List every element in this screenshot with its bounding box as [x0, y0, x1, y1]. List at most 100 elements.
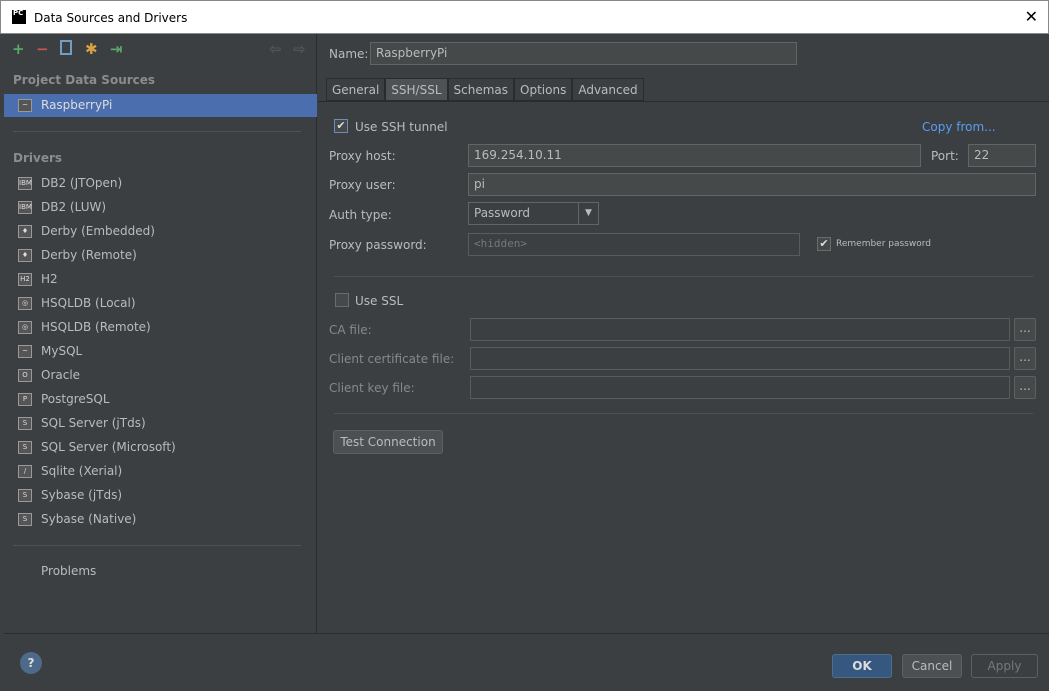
divider [13, 545, 301, 546]
item-label: DB2 (LUW) [41, 200, 107, 214]
driver-item[interactable]: O Oracle [4, 364, 317, 387]
divider [13, 131, 301, 132]
client-cert-browse-button[interactable]: ... [1014, 347, 1036, 370]
driver-item[interactable]: / Sqlite (Xerial) [4, 460, 317, 483]
tab-advanced[interactable]: Advanced [572, 78, 644, 101]
driver-item[interactable]: ~ MySQL [4, 340, 317, 363]
tab-schemas[interactable]: Schemas [447, 78, 515, 101]
item-label: RaspberryPi [41, 98, 113, 112]
proxy-password-input[interactable]: <hidden> [468, 233, 800, 256]
driver-item[interactable]: ♦ Derby (Embedded) [4, 220, 317, 243]
item-label: DB2 (JTOpen) [41, 176, 123, 190]
add-icon[interactable]: + [12, 40, 25, 58]
forward-icon[interactable]: ⇨ [293, 40, 306, 58]
driver-icon: S [18, 417, 32, 430]
driver-item[interactable]: S Sybase (jTds) [4, 484, 317, 507]
auth-type-value: Password [474, 206, 531, 220]
item-label: Derby (Embedded) [41, 224, 155, 238]
remove-icon[interactable]: − [36, 40, 49, 58]
name-label: Name: [329, 47, 369, 61]
copy-icon[interactable] [60, 40, 72, 55]
driver-item[interactable]: ♦ Derby (Remote) [4, 244, 317, 267]
item-label: Oracle [41, 368, 81, 382]
ca-file-input[interactable] [470, 318, 1010, 341]
item-label: HSQLDB (Remote) [41, 320, 151, 334]
divider [318, 101, 1049, 102]
client-key-browse-button[interactable]: ... [1014, 376, 1036, 399]
mysql-icon: ~ [18, 99, 32, 112]
ok-button[interactable]: OK [832, 654, 892, 678]
driver-item[interactable]: ◎ HSQLDB (Local) [4, 292, 317, 315]
app-logo: PC [12, 10, 26, 24]
port-label: Port: [931, 149, 959, 163]
item-label: Sybase (Native) [41, 512, 137, 526]
driver-icon: ◎ [18, 297, 32, 310]
title-bar: PC Data Sources and Drivers ✕ [0, 0, 1049, 34]
driver-icon: S [18, 441, 32, 454]
test-connection-button[interactable]: Test Connection [333, 430, 443, 454]
client-key-label: Client key file: [329, 381, 415, 395]
driver-item[interactable]: S SQL Server (jTds) [4, 412, 317, 435]
proxy-host-input[interactable]: 169.254.10.11 [468, 144, 921, 167]
driver-icon: H2 [18, 273, 32, 286]
name-input[interactable]: RaspberryPi [370, 42, 797, 65]
driver-icon: ♦ [18, 225, 32, 238]
item-label: SQL Server (Microsoft) [41, 440, 176, 454]
item-label: Sybase (jTds) [41, 488, 123, 502]
copy-from-link[interactable]: Copy from... [922, 120, 996, 134]
ca-file-label: CA file: [329, 323, 372, 337]
problems-item[interactable]: Problems [4, 560, 317, 583]
driver-icon: ~ [18, 345, 32, 358]
close-button[interactable]: ✕ [1025, 7, 1038, 26]
proxy-user-label: Proxy user: [329, 178, 396, 192]
remember-password-checkbox[interactable]: ✔ [817, 237, 831, 251]
data-source-raspberrypi[interactable]: ~ RaspberryPi [4, 94, 317, 117]
driver-item[interactable]: IBM DB2 (JTOpen) [4, 172, 317, 195]
help-icon[interactable]: ? [20, 652, 42, 674]
window-title: Data Sources and Drivers [34, 11, 188, 25]
item-label: H2 [41, 272, 58, 286]
item-label: PostgreSQL [41, 392, 110, 406]
auth-type-select[interactable]: Password ▼ [468, 202, 599, 225]
drivers-header: Drivers [13, 151, 63, 165]
driver-icon: O [18, 369, 32, 382]
proxy-host-label: Proxy host: [329, 149, 396, 163]
driver-icon: S [18, 489, 32, 502]
chevron-down-icon: ▼ [578, 203, 598, 224]
driver-item[interactable]: IBM DB2 (LUW) [4, 196, 317, 219]
client-cert-input[interactable] [470, 347, 1010, 370]
port-input[interactable]: 22 [968, 144, 1036, 167]
tab-ssh-ssl[interactable]: SSH/SSL [385, 78, 448, 101]
dialog-footer: ? OK Cancel Apply [4, 633, 1049, 691]
divider [334, 276, 1033, 277]
client-key-input[interactable] [470, 376, 1010, 399]
client-cert-label: Client certificate file: [329, 352, 455, 366]
tab-options[interactable]: Options [514, 78, 573, 101]
driver-icon: / [18, 465, 32, 478]
driver-item[interactable]: S SQL Server (Microsoft) [4, 436, 317, 459]
wrench-icon[interactable]: ✱ [85, 40, 98, 58]
use-ssl-checkbox[interactable] [335, 293, 349, 307]
driver-icon: ◎ [18, 321, 32, 334]
apply-button[interactable]: Apply [971, 654, 1038, 678]
item-label: Problems [41, 564, 97, 578]
item-label: SQL Server (jTds) [41, 416, 146, 430]
driver-icon: ♦ [18, 249, 32, 262]
back-icon[interactable]: ⇦ [269, 40, 282, 58]
import-icon[interactable]: ⇥ [110, 40, 123, 58]
driver-item[interactable]: P PostgreSQL [4, 388, 317, 411]
proxy-user-input[interactable]: pi [468, 173, 1036, 196]
tab-general[interactable]: General [326, 78, 386, 101]
driver-item[interactable]: ◎ HSQLDB (Remote) [4, 316, 317, 339]
driver-icon: IBM [18, 201, 32, 214]
driver-item[interactable]: S Sybase (Native) [4, 508, 317, 531]
cancel-button[interactable]: Cancel [902, 654, 962, 678]
driver-item[interactable]: H2 H2 [4, 268, 317, 291]
item-label: MySQL [41, 344, 83, 358]
divider [334, 413, 1033, 414]
project-data-sources-header: Project Data Sources [13, 73, 156, 87]
tab-bar: General SSH/SSL Schemas Options Advanced [326, 78, 644, 101]
item-label: Derby (Remote) [41, 248, 137, 262]
use-ssh-checkbox[interactable]: ✔ [334, 119, 348, 133]
ca-file-browse-button[interactable]: ... [1014, 318, 1036, 341]
